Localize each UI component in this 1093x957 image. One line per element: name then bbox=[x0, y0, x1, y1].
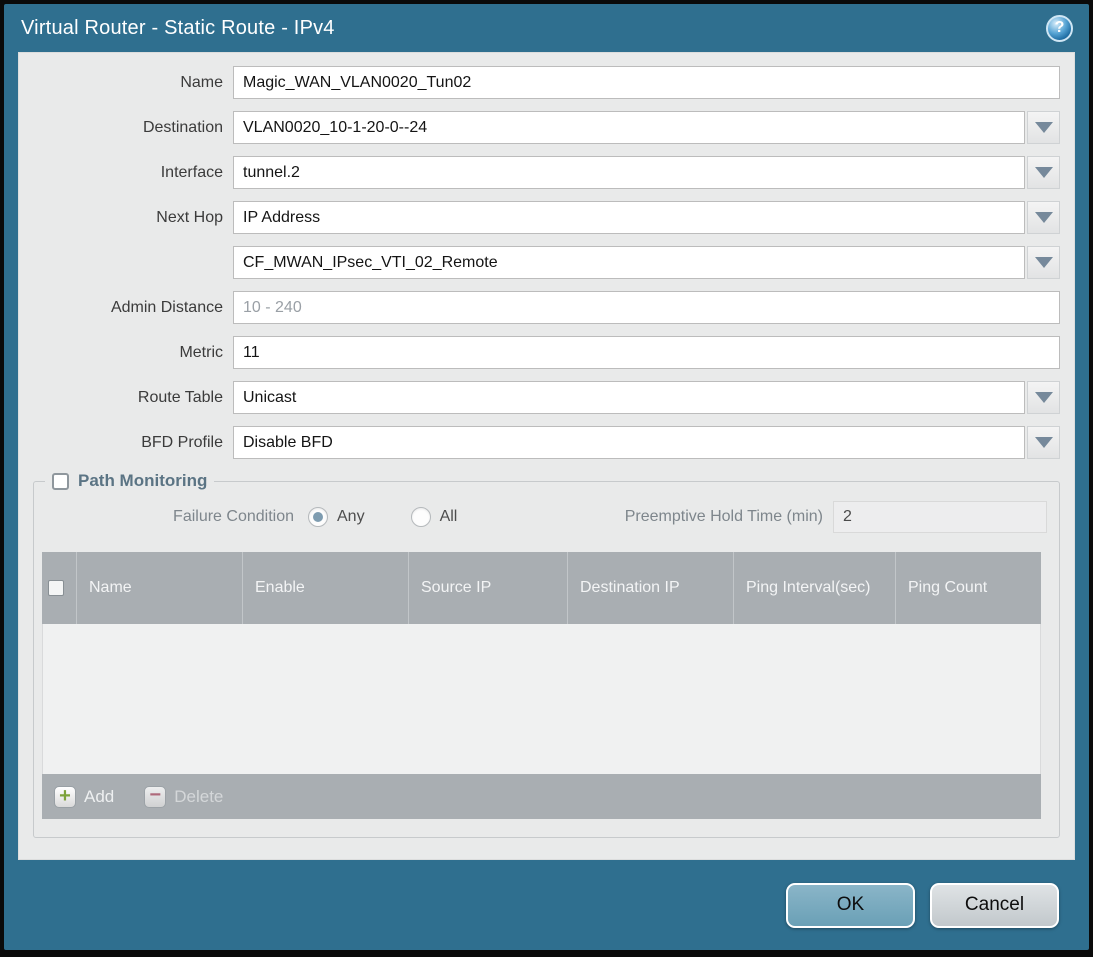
delete-minus-icon: − bbox=[144, 786, 166, 808]
delete-button-label: Delete bbox=[174, 787, 223, 807]
column-header-ping-interval[interactable]: Ping Interval(sec) bbox=[734, 552, 896, 624]
preemptive-hold-time-label: Preemptive Hold Time (min) bbox=[625, 508, 823, 526]
dialog-titlebar: Virtual Router - Static Route - IPv4 ? bbox=[4, 4, 1089, 52]
add-plus-icon: + bbox=[54, 786, 76, 808]
form-row-next-hop-address bbox=[33, 246, 1060, 279]
bfd-profile-label: BFD Profile bbox=[33, 434, 223, 452]
chevron-down-icon bbox=[1035, 437, 1053, 448]
next-hop-type-input[interactable] bbox=[233, 201, 1025, 234]
destination-label: Destination bbox=[33, 119, 223, 137]
failure-condition-label: Failure Condition bbox=[42, 508, 294, 526]
admin-distance-input[interactable] bbox=[233, 291, 1060, 324]
chevron-down-icon bbox=[1035, 212, 1053, 223]
delete-button[interactable]: − Delete bbox=[144, 786, 223, 808]
column-header-name[interactable]: Name bbox=[77, 552, 243, 624]
plus-glyph: + bbox=[59, 786, 71, 806]
table-header-checkbox-cell bbox=[42, 552, 77, 624]
path-monitoring-section: Path Monitoring Failure Condition Any Al… bbox=[33, 471, 1060, 838]
form-row-metric: Metric bbox=[33, 336, 1060, 369]
help-icon[interactable]: ? bbox=[1046, 15, 1073, 42]
add-button-label: Add bbox=[84, 787, 114, 807]
admin-distance-label: Admin Distance bbox=[33, 299, 223, 317]
next-hop-dropdown-button[interactable] bbox=[1027, 201, 1060, 234]
chevron-down-icon bbox=[1035, 122, 1053, 133]
bfd-profile-dropdown-button[interactable] bbox=[1027, 426, 1060, 459]
metric-label: Metric bbox=[33, 344, 223, 362]
form-row-route-table: Route Table bbox=[33, 381, 1060, 414]
column-header-ping-count[interactable]: Ping Count bbox=[896, 552, 1041, 624]
form-row-admin-distance: Admin Distance bbox=[33, 291, 1060, 324]
failure-condition-any-option[interactable]: Any bbox=[308, 507, 365, 527]
chevron-down-icon bbox=[1035, 392, 1053, 403]
route-table-input[interactable] bbox=[233, 381, 1025, 414]
form-row-bfd-profile: BFD Profile bbox=[33, 426, 1060, 459]
name-input[interactable] bbox=[233, 66, 1060, 99]
form-row-next-hop: Next Hop bbox=[33, 201, 1060, 234]
ok-button[interactable]: OK bbox=[786, 883, 915, 928]
cancel-button[interactable]: Cancel bbox=[930, 883, 1059, 928]
destination-dropdown-button[interactable] bbox=[1027, 111, 1060, 144]
preemptive-hold-time-input[interactable] bbox=[833, 501, 1047, 533]
radio-any-icon[interactable] bbox=[308, 507, 328, 527]
form-row-destination: Destination bbox=[33, 111, 1060, 144]
radio-any-label: Any bbox=[337, 508, 365, 526]
static-route-dialog: Virtual Router - Static Route - IPv4 ? N… bbox=[4, 4, 1089, 950]
add-button[interactable]: + Add bbox=[54, 786, 114, 808]
radio-all-label: All bbox=[440, 508, 458, 526]
dialog-title: Virtual Router - Static Route - IPv4 bbox=[21, 17, 335, 40]
table-header-row: Name Enable Source IP Destination IP Pin… bbox=[42, 552, 1041, 624]
route-table-dropdown-button[interactable] bbox=[1027, 381, 1060, 414]
table-body-empty bbox=[42, 624, 1041, 774]
bfd-profile-input[interactable] bbox=[233, 426, 1025, 459]
failure-condition-row: Failure Condition Any All Preemptive Hol… bbox=[42, 501, 1051, 533]
destination-input[interactable] bbox=[233, 111, 1025, 144]
dialog-content: Name Destination Interface Next Hop bbox=[18, 52, 1075, 860]
table-toolbar: + Add − Delete bbox=[42, 774, 1041, 819]
chevron-down-icon bbox=[1035, 257, 1053, 268]
column-header-enable[interactable]: Enable bbox=[243, 552, 409, 624]
path-monitoring-checkbox[interactable] bbox=[52, 473, 69, 490]
path-monitoring-legend: Path Monitoring bbox=[45, 471, 214, 491]
path-monitoring-table: Name Enable Source IP Destination IP Pin… bbox=[42, 552, 1041, 819]
dialog-footer: OK Cancel bbox=[4, 860, 1089, 950]
form-row-name: Name bbox=[33, 66, 1060, 99]
next-hop-label: Next Hop bbox=[33, 209, 223, 227]
select-all-checkbox[interactable] bbox=[48, 580, 64, 596]
name-label: Name bbox=[33, 74, 223, 92]
interface-input[interactable] bbox=[233, 156, 1025, 189]
route-table-label: Route Table bbox=[33, 389, 223, 407]
radio-all-icon[interactable] bbox=[411, 507, 431, 527]
path-monitoring-title: Path Monitoring bbox=[78, 471, 207, 491]
metric-input[interactable] bbox=[233, 336, 1060, 369]
interface-label: Interface bbox=[33, 164, 223, 182]
failure-condition-all-option[interactable]: All bbox=[411, 507, 458, 527]
column-header-source-ip[interactable]: Source IP bbox=[409, 552, 568, 624]
chevron-down-icon bbox=[1035, 167, 1053, 178]
next-hop-address-input[interactable] bbox=[233, 246, 1025, 279]
interface-dropdown-button[interactable] bbox=[1027, 156, 1060, 189]
minus-glyph: − bbox=[149, 785, 161, 805]
screenshot-frame: Virtual Router - Static Route - IPv4 ? N… bbox=[0, 0, 1093, 957]
column-header-destination-ip[interactable]: Destination IP bbox=[568, 552, 734, 624]
form-row-interface: Interface bbox=[33, 156, 1060, 189]
next-hop-address-dropdown-button[interactable] bbox=[1027, 246, 1060, 279]
